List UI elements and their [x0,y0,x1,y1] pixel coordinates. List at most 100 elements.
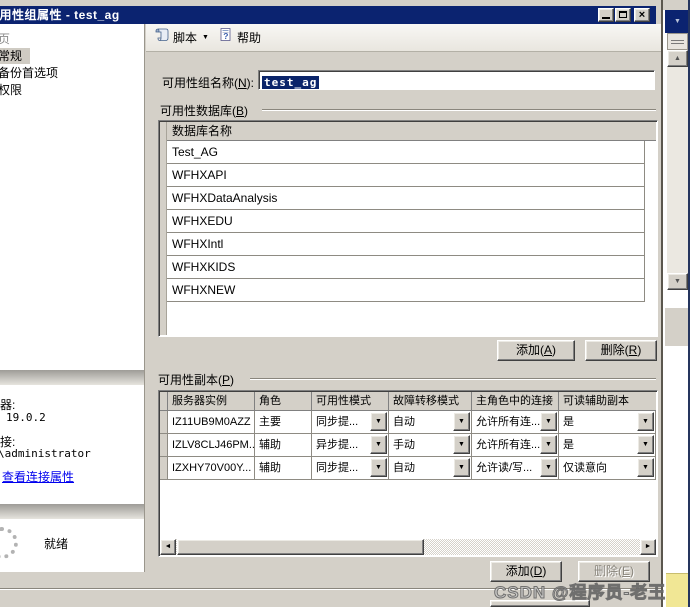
column-failover-mode[interactable]: 故障转移模式 [389,392,472,411]
database-row[interactable]: WFHXAPI [160,164,645,187]
dialog-right-border [661,0,663,607]
connection-section-header [0,370,145,385]
replica-failover-mode-cell-value[interactable]: 自动 [389,457,453,479]
backdrop-yellow-block [666,573,688,607]
combo-dropdown-button[interactable]: ▼ [370,412,387,431]
backdrop-grey-block [665,308,690,346]
svg-text:?: ? [223,31,228,41]
replica-availability-mode-cell-value[interactable]: 同步提... [312,411,370,433]
replica-connections-cell-value[interactable]: 允许读/写... [472,457,540,479]
horizontal-scrollbar[interactable]: ◄ ► [160,539,656,555]
replicas-table-header: 服务器实例 角色 可用性模式 故障转移模式 主角色中的连接 可读辅助副本 [160,392,656,411]
sidebar-item-general[interactable]: 常规 [0,48,30,64]
combo-dropdown-button[interactable]: ▼ [453,458,470,477]
database-row[interactable]: WFHXDataAnalysis [160,187,645,210]
help-document-icon: ? [218,27,234,48]
sidebar-item-backup-preferences[interactable]: 备份首选项 [0,65,66,81]
script-button-label: 脚本 [173,29,197,46]
replica-row: IZ11UB9M0AZZ主要同步提...▼自动▼允许所有连...▼是▼ [160,411,656,434]
sidebar-page-list: 页 常规 备份首选项 权限 [0,24,145,370]
view-connection-properties-link[interactable]: 查看连接属性 [2,468,74,485]
database-row[interactable]: WFHXEDU [160,210,645,233]
database-row[interactable]: Test_AG [160,141,645,164]
scroll-right-button[interactable]: ► [640,539,656,555]
combo-dropdown-button[interactable]: ▼ [540,458,557,477]
combo-dropdown-button[interactable]: ▼ [370,435,387,454]
database-delete-button[interactable]: 删除(R) [585,340,657,361]
database-row[interactable]: WFHXIntl [160,233,645,256]
availability-group-name-input[interactable]: test_ag [258,70,655,90]
minimize-button[interactable] [598,8,614,22]
dialog-title: 可用性组属性 - test_ag [0,6,120,24]
connection-value: \administrator [0,447,91,460]
combo-dropdown-button[interactable]: ▼ [540,435,557,454]
combo-dropdown-button[interactable]: ▼ [637,412,654,431]
database-add-button[interactable]: 添加(A) [497,340,575,361]
help-button[interactable]: ? 帮助 [218,24,261,51]
dialog-availability-group-properties: 可用性组属性 - test_ag × 页 常规 备份首选项 权限 器: 19.0… [0,0,663,607]
row-header-strip [160,411,168,434]
database-row[interactable]: WFHXKIDS [160,256,645,279]
vertical-scrollbar-track[interactable] [667,67,688,273]
replica-failover-mode-cell-value[interactable]: 手动 [389,434,453,456]
script-dropdown-icon: ▼ [202,34,209,41]
maximize-button[interactable] [615,8,631,22]
replica-availability-mode-cell: 同步提...▼ [312,411,389,434]
column-connections-in-primary-role[interactable]: 主角色中的连接 [472,392,559,411]
replica-server-cell[interactable]: IZ11UB9M0AZZ [168,411,255,434]
help-button-label: 帮助 [237,29,261,46]
replica-connections-cell: 允许读/写...▼ [472,457,559,480]
chevron-down-icon: ▼ [674,18,681,25]
replica-connections-cell-value[interactable]: 允许所有连... [472,411,540,433]
scroll-down-icon: ▼ [674,278,681,285]
combo-dropdown-button[interactable]: ▼ [637,435,654,454]
maximize-icon [619,11,627,18]
close-button[interactable]: × [634,8,650,22]
combo-dropdown-button[interactable]: ▼ [453,412,470,431]
selected-text: test_ag [262,76,319,89]
replica-role-cell[interactable]: 辅助 [255,434,312,457]
progress-status: 就绪 [44,535,68,552]
column-readable-secondary[interactable]: 可读辅助副本 [559,392,656,411]
combo-dropdown-button[interactable]: ▼ [637,458,654,477]
column-server-instance[interactable]: 服务器实例 [168,392,255,411]
dialog-titlebar[interactable]: 可用性组属性 - test_ag × [0,6,656,24]
replica-server-cell[interactable]: IZLV8CLJ46PM... [168,434,255,457]
server-value: 19.0.2 [6,411,46,424]
script-button[interactable]: 脚本 ▼ [154,24,209,51]
replica-server-cell[interactable]: IZXHY70V00Y... [168,457,255,480]
replica-readable-secondary-cell-value[interactable]: 是 [559,411,637,433]
combo-dropdown-button[interactable]: ▼ [453,435,470,454]
column-role[interactable]: 角色 [255,392,312,411]
combo-dropdown-button[interactable]: ▼ [540,412,557,431]
scrollbar-thumb[interactable] [177,539,424,555]
row-header-strip [160,457,168,480]
script-scroll-icon [154,27,170,48]
replica-availability-mode-cell-value[interactable]: 异步提... [312,434,370,456]
scroll-up-button[interactable]: ▲ [667,50,688,67]
editor-splitter-handle[interactable] [667,33,688,50]
dialog-toolbar: 脚本 ▼ ? 帮助 [146,24,661,52]
column-availability-mode[interactable]: 可用性模式 [312,392,389,411]
sidebar-item-permissions[interactable]: 权限 [0,82,30,98]
databases-table-header: 数据库名称 [160,122,656,141]
replica-readable-secondary-cell-value[interactable]: 是 [559,434,637,456]
scroll-down-button[interactable]: ▼ [667,273,688,290]
backdrop-top [663,0,690,10]
replica-readable-secondary-cell-value[interactable]: 仅读意向 [559,457,637,479]
scroll-left-button[interactable]: ◄ [160,539,176,555]
replicas-table-rows: IZ11UB9M0AZZ主要同步提...▼自动▼允许所有连...▼是▼IZLV8… [160,411,656,480]
replica-role-cell[interactable]: 主要 [255,411,312,434]
replica-connections-cell-value[interactable]: 允许所有连... [472,434,540,456]
databases-table-rows: Test_AGWFHXAPIWFHXDataAnalysisWFHXEDUWFH… [160,141,656,302]
database-row[interactable]: WFHXNEW [160,279,645,302]
combo-dropdown-button[interactable]: ▼ [370,458,387,477]
replica-role-cell[interactable]: 辅助 [255,457,312,480]
group-divider [262,109,656,111]
replica-availability-mode-cell-value[interactable]: 同步提... [312,457,370,479]
replica-failover-mode-cell-value[interactable]: 自动 [389,411,453,433]
scroll-up-icon: ▲ [674,55,681,62]
replica-failover-mode-cell: 手动▼ [389,434,472,457]
group-divider [250,378,656,380]
replica-failover-mode-cell: 自动▼ [389,457,472,480]
